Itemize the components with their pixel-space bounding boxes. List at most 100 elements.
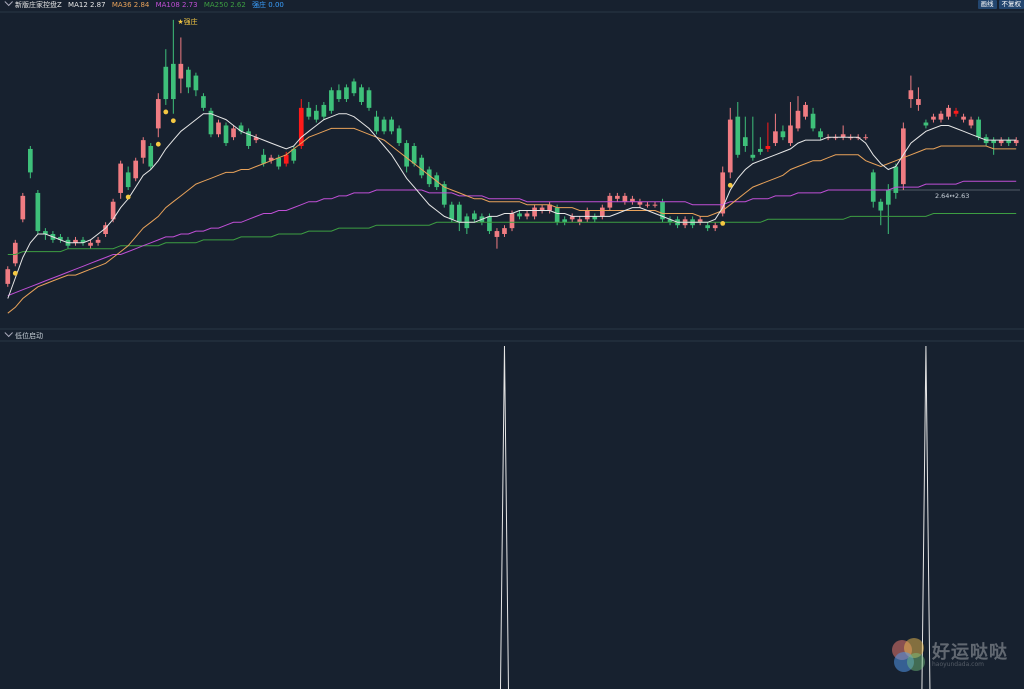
signal-marker-icon — [170, 118, 176, 124]
candle-body — [171, 63, 176, 100]
indicator-spike-line — [499, 345, 509, 689]
candle-body — [456, 204, 462, 223]
candle-body — [780, 131, 786, 138]
candle-body — [313, 110, 319, 120]
candle-body — [818, 131, 823, 138]
candle-body — [502, 228, 507, 234]
candle-body — [923, 122, 929, 126]
candle-body — [810, 113, 816, 129]
sub-panel-title: 低位启动 — [15, 332, 43, 340]
candle-body — [509, 213, 515, 229]
candle-body — [735, 116, 741, 155]
candle-body — [321, 104, 327, 117]
watermark: 好运哒哒 haoyundada.com — [888, 632, 1018, 682]
candle-body — [532, 207, 537, 217]
candle-body — [705, 225, 711, 229]
candle-body — [893, 166, 899, 193]
candle-body — [261, 154, 266, 164]
candle-body — [5, 269, 11, 284]
candle-body — [652, 204, 658, 206]
candle-body — [599, 207, 605, 217]
price-annotation: 2.64↔2.63 — [935, 192, 969, 200]
candle-body — [803, 104, 808, 117]
candle-body — [712, 225, 718, 229]
kline-chart[interactable]: ★强庄 2.64↔2.63 — [0, 0, 1024, 689]
candle-body — [178, 63, 184, 79]
candle-body — [961, 116, 966, 120]
watermark-logo-icon — [892, 638, 925, 672]
candle-body — [298, 107, 304, 146]
candle-body — [95, 239, 101, 243]
candle-body — [344, 87, 349, 100]
candle-body — [88, 242, 93, 246]
candle-body — [186, 69, 191, 88]
candle-body — [216, 122, 221, 135]
candle-body — [389, 119, 394, 132]
candle-body — [404, 143, 409, 167]
candle-body — [411, 146, 417, 164]
candle-body — [125, 172, 131, 188]
candle-body — [953, 110, 959, 114]
candle-body — [419, 157, 425, 176]
candle-body — [908, 90, 914, 100]
candle-body — [359, 87, 364, 102]
candle-body — [35, 192, 41, 232]
candle-body — [396, 128, 402, 144]
candle-body — [645, 204, 650, 206]
candle-body — [28, 148, 33, 173]
watermark-subtitle: haoyundada.com — [932, 661, 984, 668]
candle-body — [931, 116, 936, 120]
candle-body — [750, 154, 756, 158]
candle-body — [20, 195, 26, 220]
candle-body — [487, 216, 492, 232]
candle-body — [901, 128, 906, 185]
candle-body — [863, 137, 869, 139]
candle-body — [193, 75, 199, 91]
candle-body — [381, 119, 387, 132]
candle-body — [742, 137, 748, 146]
candle-body — [622, 195, 628, 202]
candle-body — [351, 81, 357, 94]
candle-body — [494, 231, 500, 237]
candle-body — [795, 110, 801, 129]
ma12-line — [7, 113, 1017, 299]
candle-body — [336, 90, 342, 100]
candle-body — [12, 242, 18, 264]
signal-marker-icon — [720, 221, 726, 226]
candle-body — [472, 213, 477, 220]
candle-body — [946, 107, 951, 117]
candle-body — [140, 140, 146, 158]
candle-body — [938, 113, 944, 120]
candle-body — [870, 172, 876, 202]
candle-body — [231, 128, 236, 138]
candle-body — [201, 96, 206, 108]
candle-body — [329, 90, 334, 111]
candle-body — [773, 131, 778, 144]
candle-body — [449, 204, 455, 220]
candle-body — [968, 119, 974, 126]
candle-body — [765, 146, 771, 149]
signal-marker-icon — [163, 109, 169, 115]
candle-body — [118, 163, 123, 193]
candle-body — [223, 125, 229, 144]
candle-body — [133, 160, 139, 179]
candle-body — [148, 146, 154, 167]
candle-body — [885, 190, 891, 205]
candle-body — [554, 207, 560, 223]
candle-body — [517, 213, 522, 217]
candle-body — [727, 119, 733, 173]
candle-body — [306, 107, 312, 117]
candle-body — [366, 90, 372, 108]
signal-marker-icon — [12, 270, 18, 276]
ma108-line — [7, 180, 1017, 297]
signal-marker-icon — [155, 141, 161, 147]
candle-body — [976, 119, 981, 138]
candle-body — [758, 148, 763, 152]
sub-panel-header: 低位启动 — [0, 328, 43, 341]
signal-label: ★强庄 — [177, 17, 197, 26]
candle-body — [155, 99, 161, 129]
candle-body — [788, 125, 793, 144]
candle-body — [283, 154, 289, 164]
signal-marker-icon — [125, 194, 131, 200]
signal-marker-icon — [727, 182, 733, 188]
